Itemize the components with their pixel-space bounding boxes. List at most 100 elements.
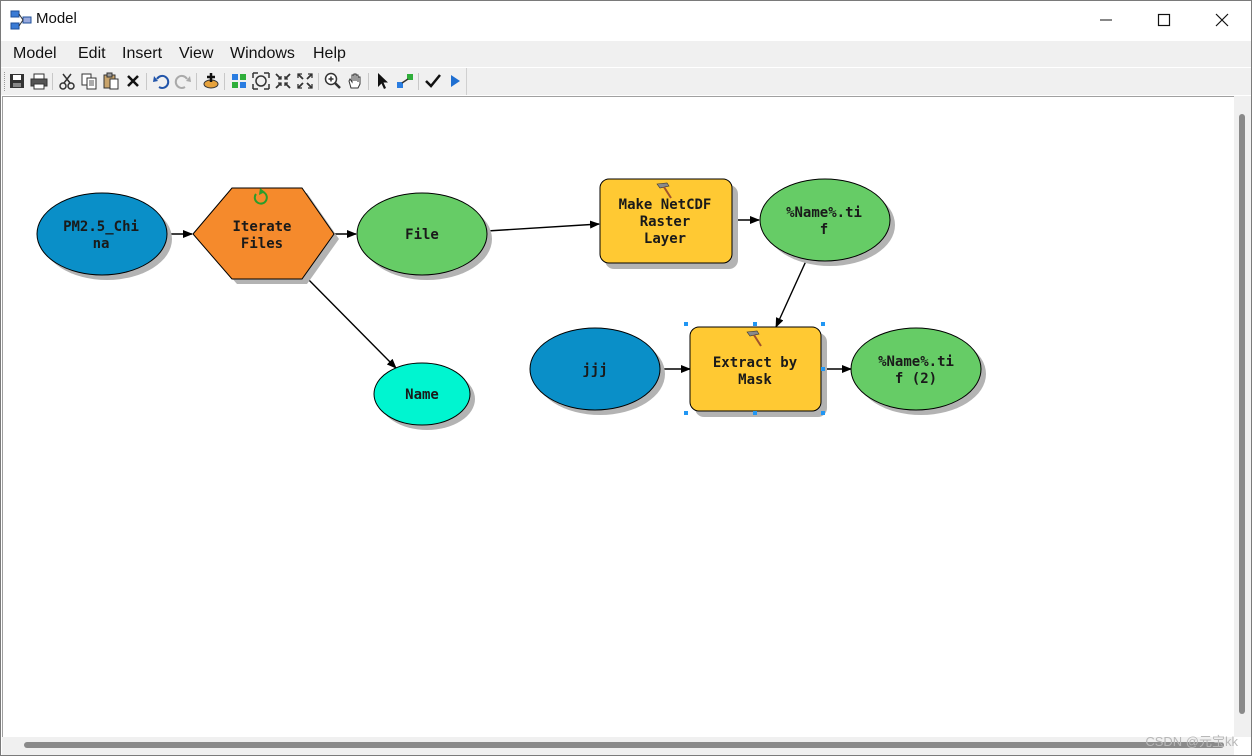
- menu-edit[interactable]: Edit: [78, 45, 106, 63]
- node-iterate-files[interactable]: Iterate Files: [192, 187, 339, 284]
- redo-button[interactable]: [173, 71, 193, 91]
- close-icon: [1215, 13, 1229, 27]
- zoom-in-button[interactable]: [323, 71, 343, 91]
- node-label: jjj: [582, 362, 607, 378]
- connect-icon: [397, 74, 413, 88]
- node-pm25-china[interactable]: PM2.5_Chi na: [36, 192, 172, 280]
- node-label: PM2.5_Chi: [63, 219, 139, 235]
- copy-icon: [81, 73, 97, 90]
- vertical-scroll-thumb[interactable]: [1239, 114, 1245, 714]
- node-name-tif-2[interactable]: %Name%.ti f (2): [850, 327, 986, 415]
- cut-icon: [59, 73, 75, 90]
- paste-button[interactable]: [101, 71, 121, 91]
- model-builder-icon: [10, 10, 32, 30]
- add-data-icon: [203, 73, 219, 89]
- selection-handle[interactable]: [753, 322, 757, 326]
- toolbar-separator: [146, 73, 147, 90]
- menu-view[interactable]: View: [179, 45, 213, 63]
- fixed-zoom-out-icon: [297, 73, 313, 89]
- connect-button[interactable]: [395, 71, 415, 91]
- undo-icon: [153, 74, 170, 89]
- node-label: File: [405, 227, 439, 243]
- add-data-button[interactable]: [201, 71, 221, 91]
- toolbar-separator: [368, 73, 369, 90]
- node-jjj[interactable]: jjj: [529, 327, 665, 415]
- selection-handle[interactable]: [684, 322, 688, 326]
- minimize-icon: [1100, 19, 1112, 21]
- horizontal-scrollbar[interactable]: [2, 737, 1234, 755]
- maximize-button[interactable]: [1135, 1, 1193, 39]
- auto-layout-button[interactable]: [229, 71, 249, 91]
- run-button[interactable]: [445, 71, 465, 91]
- menu-help[interactable]: Help: [313, 45, 346, 63]
- toolbar-separator: [318, 73, 319, 90]
- cut-button[interactable]: [57, 71, 77, 91]
- fixed-zoom-in-icon: [275, 73, 291, 89]
- toolbar-separator: [224, 73, 225, 90]
- node-label: Iterate: [232, 219, 291, 235]
- node-label: Name: [405, 387, 439, 403]
- model-canvas[interactable]: PM2.5_Chi na Iterate Files File Name Mak…: [2, 96, 1234, 738]
- pan-icon: [348, 73, 361, 89]
- selection-handle[interactable]: [821, 322, 825, 326]
- save-icon: [10, 74, 24, 88]
- validate-button[interactable]: [423, 71, 443, 91]
- close-button[interactable]: [1193, 1, 1251, 39]
- full-extent-icon: [252, 72, 270, 90]
- connector-iterate-name[interactable]: [302, 273, 397, 369]
- zoom-in-icon: [324, 72, 341, 89]
- vertical-scrollbar[interactable]: [1234, 96, 1251, 737]
- title-bar[interactable]: Model: [1, 1, 1251, 39]
- delete-icon: [127, 75, 139, 87]
- node-make-netcdf-raster-layer[interactable]: Make NetCDF Raster Layer: [599, 178, 738, 269]
- node-label: f (2): [895, 371, 937, 387]
- node-label: %Name%.ti: [878, 354, 954, 370]
- full-extent-button[interactable]: [251, 71, 271, 91]
- node-label: Layer: [644, 231, 686, 247]
- fixed-zoom-out-button[interactable]: [295, 71, 315, 91]
- copy-button[interactable]: [79, 71, 99, 91]
- node-label: Mask: [738, 372, 772, 388]
- delete-button[interactable]: [123, 71, 143, 91]
- menu-model[interactable]: Model: [13, 45, 57, 63]
- selection-handle[interactable]: [821, 411, 825, 415]
- horizontal-scroll-thumb[interactable]: [24, 742, 1224, 748]
- node-extract-by-mask[interactable]: Extract by Mask: [684, 322, 827, 417]
- auto-layout-icon: [232, 74, 246, 88]
- toolbar-separator: [418, 73, 419, 90]
- print-icon: [30, 73, 48, 90]
- minimize-button[interactable]: [1077, 1, 1135, 39]
- menu-insert[interactable]: Insert: [122, 45, 162, 63]
- toolbar: [1, 68, 1251, 95]
- node-label: Files: [241, 236, 283, 252]
- node-label: Make NetCDF: [619, 197, 712, 213]
- fixed-zoom-in-button[interactable]: [273, 71, 293, 91]
- pan-button[interactable]: [345, 71, 365, 91]
- model-diagram[interactable]: PM2.5_Chi na Iterate Files File Name Mak…: [3, 97, 1234, 738]
- select-icon: [378, 73, 388, 89]
- node-label: na: [93, 236, 110, 252]
- selection-handle[interactable]: [821, 367, 825, 371]
- toolbar-end: [466, 68, 467, 95]
- node-name-tif[interactable]: %Name%.ti f: [759, 178, 895, 266]
- menu-windows[interactable]: Windows: [230, 45, 295, 63]
- watermark: CSDN @元宝kk: [1145, 734, 1238, 749]
- selection-handle[interactable]: [753, 411, 757, 415]
- print-button[interactable]: [29, 71, 49, 91]
- toolbar-separator: [52, 73, 53, 90]
- paste-icon: [103, 72, 119, 90]
- node-name[interactable]: Name: [373, 362, 475, 430]
- redo-icon: [174, 74, 191, 89]
- node-file[interactable]: File: [356, 192, 492, 280]
- selection-handle[interactable]: [684, 411, 688, 415]
- validate-icon: [425, 74, 441, 88]
- select-button[interactable]: [373, 71, 393, 91]
- undo-button[interactable]: [151, 71, 171, 91]
- node-label: Raster: [640, 214, 691, 230]
- node-label: %Name%.ti: [786, 205, 862, 221]
- connector-tif1-extract[interactable]: [775, 260, 807, 328]
- save-button[interactable]: [7, 71, 27, 91]
- connector-file-netcdf[interactable]: [486, 220, 600, 232]
- menu-bar: Model Edit Insert View Windows Help: [1, 41, 1251, 67]
- run-icon: [451, 75, 460, 87]
